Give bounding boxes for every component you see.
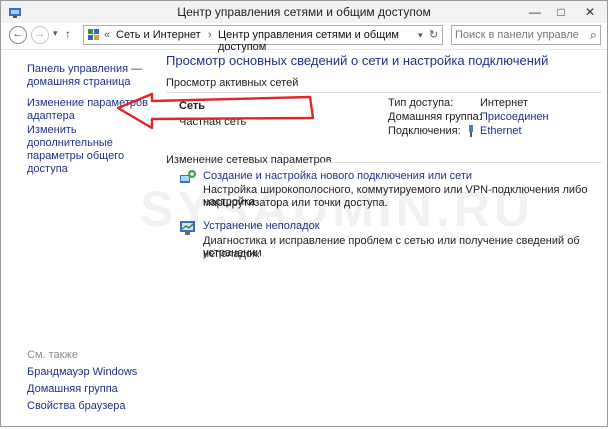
sidebar-item-label: параметры общего доступа	[27, 150, 125, 175]
breadcrumb-separator-icon[interactable]: ›	[208, 29, 212, 41]
ethernet-link[interactable]: Ethernet	[480, 125, 522, 137]
forward-button[interactable]: →	[31, 26, 49, 44]
troubleshoot-description-line: Диагностика и исправление проблем с сеть…	[203, 235, 580, 259]
breadcrumb-overflow[interactable]: «	[104, 29, 110, 41]
access-type-label: Тип доступа:	[388, 97, 454, 109]
sidebar-item-firewall[interactable]: Брандмауэр Windows	[27, 366, 137, 379]
connections-label: Подключения:	[388, 125, 461, 137]
address-dropdown-icon[interactable]: ▾	[418, 30, 423, 41]
search-input[interactable]	[455, 28, 579, 42]
control-panel-icon	[88, 29, 99, 40]
sidebar-item-browser-properties[interactable]: Свойства браузера	[27, 400, 126, 413]
troubleshoot-description-line: неполадок.	[203, 248, 260, 260]
window-title: Центр управления сетями и общим доступом	[177, 5, 431, 19]
page-title: Просмотр основных сведений о сети и наст…	[166, 53, 549, 68]
homegroup-label: Домашняя группа:	[388, 111, 482, 123]
ethernet-icon	[469, 125, 473, 137]
access-type-value: Интернет	[480, 97, 528, 109]
see-also-heading: См. также	[27, 349, 78, 361]
divider	[322, 162, 602, 163]
sidebar-item-label: Панель управления —	[27, 63, 143, 75]
address-bar[interactable]: « Сеть и Интернет › Центр управления сет…	[83, 25, 443, 53]
maximize-button[interactable]: □	[549, 3, 573, 21]
change-settings-heading: Изменение сетевых параметров	[166, 154, 332, 166]
annotation-arrow-icon	[116, 92, 315, 130]
back-button[interactable]: ←	[9, 26, 27, 44]
history-dropdown-icon[interactable]: ▾	[53, 28, 58, 39]
navigation-bar: ← → ▾ ↑ « Сеть и Интернет › Центр управл…	[1, 23, 607, 53]
sidebar-item-homegroup[interactable]: Домашняя группа	[27, 383, 118, 396]
up-button[interactable]: ↑	[65, 27, 71, 41]
refresh-icon[interactable]: ↻	[429, 28, 438, 41]
breadcrumb-network-internet[interactable]: Сеть и Интернет	[116, 29, 201, 41]
close-button[interactable]: ✕	[577, 3, 603, 21]
title-bar: Центр управления сетями и общим доступом…	[1, 1, 607, 23]
minimize-button[interactable]: —	[523, 3, 547, 21]
sidebar-item-label: домашняя страница	[27, 76, 131, 88]
search-icon[interactable]: ⌕	[590, 27, 597, 43]
search-box[interactable]: ⌕	[451, 25, 601, 45]
active-networks-heading: Просмотр активных сетей	[166, 77, 299, 89]
watermark: SYSADMIN.RU	[140, 181, 535, 237]
homegroup-link[interactable]: Присоединен	[480, 111, 549, 123]
sidebar-item-home[interactable]: Панель управления — домашняя страница	[27, 63, 142, 89]
